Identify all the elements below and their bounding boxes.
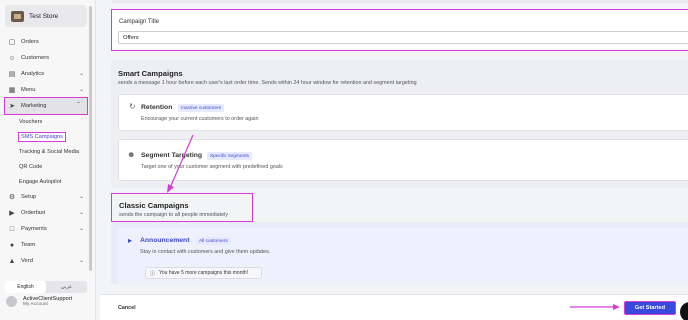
retention-title: Retention <box>141 104 173 111</box>
sidebar-item-label: Analytics <box>21 71 45 77</box>
orderfast-icon: ▶ <box>9 210 15 217</box>
sidebar-subitem-qr-code[interactable]: QR Code <box>0 159 90 174</box>
sidebar-item-analytics[interactable]: ▤ Analytics ⌄ <box>0 66 90 82</box>
campaign-limit-notice: ⓘ You have 5 more campaigns this month! <box>145 267 262 279</box>
campaign-title-label: Campaign Title <box>119 19 160 25</box>
verd-icon: ▲ <box>8 257 16 265</box>
chevron-down-icon: ⌄ <box>78 71 84 77</box>
sidebar-item-label: Team <box>21 242 36 248</box>
sidebar-subitem-sms-campaigns[interactable]: SMS Campaigns <box>0 129 90 144</box>
announcement-title: Announcement <box>140 237 190 244</box>
store-switcher[interactable]: Test Store <box>5 5 87 27</box>
refresh-icon: ↻ <box>129 102 136 111</box>
store-name: Test Store <box>29 12 59 20</box>
classic-campaigns-title: Classic Campaigns <box>119 201 189 210</box>
chevron-up-icon: ⌃ <box>75 102 81 108</box>
classic-campaigns-header: Classic Campaigns sends the campaign to … <box>111 193 253 222</box>
sidebar: Test Store ▢ Orders ☺ Customers ▤ Analyt… <box>0 0 96 320</box>
sidebar-item-label: Orderfast <box>21 210 46 216</box>
store-logo-icon <box>11 10 24 22</box>
gear-icon: ⚙ <box>8 194 16 201</box>
sidebar-item-label: Menu <box>21 87 36 93</box>
grid-icon: ▦ <box>8 87 16 94</box>
bag-icon: ▢ <box>8 39 16 46</box>
sidebar-item-label: Verd <box>21 258 33 264</box>
campaign-title-input[interactable] <box>118 31 688 44</box>
retention-badge: Inactive customers <box>178 104 224 112</box>
sidebar-item-label: Payments <box>21 226 47 232</box>
get-started-button[interactable]: Get Started <box>624 301 676 315</box>
retention-card[interactable]: ↻ Retention Inactive customers Encourage… <box>118 94 688 131</box>
cancel-button[interactable]: Cancel <box>118 305 136 311</box>
announcement-card[interactable]: ▸ Announcement All customers Stay in con… <box>118 228 688 284</box>
sidebar-subitem-label: Tracking & Social Media <box>19 148 80 155</box>
top-strip <box>112 0 688 3</box>
sidebar-item-team[interactable]: ● Team <box>0 237 90 253</box>
account-menu[interactable]: ActiveClientSupport My Account <box>6 296 72 307</box>
sidebar-item-menu[interactable]: ▦ Menu ⌄ <box>0 82 90 98</box>
language-toggle: English عربي <box>5 281 87 293</box>
retention-description: Encourage your current customers to orde… <box>141 116 259 122</box>
chart-icon: ▤ <box>8 71 16 78</box>
users-icon: ☻ <box>127 150 136 159</box>
sidebar-item-payments[interactable]: □ Payments ⌄ <box>0 221 90 237</box>
smart-campaigns-subtitle: sends a message 1 hour before each user'… <box>118 80 417 86</box>
chevron-down-icon: ⌄ <box>78 210 84 216</box>
sidebar-item-setup[interactable]: ⚙ Setup ⌄ <box>0 189 90 205</box>
segment-targeting-badge: Specific segments <box>207 152 252 160</box>
footer-bar: Cancel Get Started <box>100 294 688 320</box>
book-icon: □ <box>9 225 15 233</box>
sidebar-subitem-label: Vouchers <box>19 118 43 125</box>
language-arabic[interactable]: عربي <box>46 281 87 293</box>
sidebar-item-verd[interactable]: ▲ Verd ⌄ <box>0 253 90 269</box>
account-subtitle: My Account <box>23 302 48 307</box>
smart-campaigns-section: Smart Campaigns sends a message 1 hour b… <box>111 60 688 188</box>
sidebar-subitem-label: SMS Campaigns <box>18 131 66 142</box>
classic-campaigns-subtitle: sends the campaign to all people immedia… <box>119 212 229 218</box>
sidebar-item-customers[interactable]: ☺ Customers <box>0 50 90 66</box>
chevron-down-icon: ⌄ <box>78 194 84 200</box>
segment-targeting-title: Segment Targeting <box>141 152 203 159</box>
classic-campaigns-section: ▸ Announcement All customers Stay in con… <box>111 222 688 284</box>
sidebar-nav: ▢ Orders ☺ Customers ▤ Analytics ⌄ ▦ Men… <box>0 34 90 269</box>
announcement-description: Stay in contact with customers and give … <box>140 249 271 255</box>
avatar <box>6 296 17 307</box>
sidebar-item-label: Customers <box>21 55 50 61</box>
sidebar-subitem-tracking[interactable]: Tracking & Social Media <box>0 144 90 159</box>
send-icon: ➤ <box>9 103 15 110</box>
users-icon: ☺ <box>8 54 16 62</box>
segment-targeting-description: Target one of your customer segment with… <box>141 164 283 170</box>
sidebar-item-label: Setup <box>21 194 37 200</box>
chevron-down-icon: ⌄ <box>78 87 84 93</box>
sidebar-subitem-label: QR Code <box>19 163 43 170</box>
sidebar-item-orders[interactable]: ▢ Orders <box>0 34 90 50</box>
chevron-down-icon: ⌄ <box>78 226 84 232</box>
sidebar-item-label: Marketing <box>21 103 47 109</box>
sidebar-item-label: Orders <box>21 39 39 45</box>
segment-targeting-card[interactable]: ☻ Segment Targeting Specific segments Ta… <box>118 139 688 181</box>
sidebar-item-marketing[interactable]: ➤ Marketing ⌃ <box>4 97 88 115</box>
announcement-badge: All customers <box>196 237 231 245</box>
sidebar-subitem-label: Engage Autopilot <box>19 178 62 185</box>
main-content: Campaign Title Smart Campaigns sends a m… <box>100 0 688 320</box>
sidebar-item-orderfast[interactable]: ▶ Orderfast ⌄ <box>0 205 90 221</box>
info-icon: ⓘ <box>150 270 156 277</box>
chevron-down-icon: ⌄ <box>78 258 84 264</box>
sidebar-subitem-vouchers[interactable]: Vouchers <box>0 114 90 129</box>
language-english[interactable]: English <box>5 281 46 293</box>
campaign-title-section: Campaign Title <box>111 9 688 51</box>
sidebar-subitem-engage-autopilot[interactable]: Engage Autopilot <box>0 174 90 189</box>
megaphone-icon: ▸ <box>128 236 133 245</box>
person-icon: ● <box>9 241 15 249</box>
campaign-limit-text: You have 5 more campaigns this month! <box>159 270 249 276</box>
smart-campaigns-title: Smart Campaigns <box>118 69 183 78</box>
